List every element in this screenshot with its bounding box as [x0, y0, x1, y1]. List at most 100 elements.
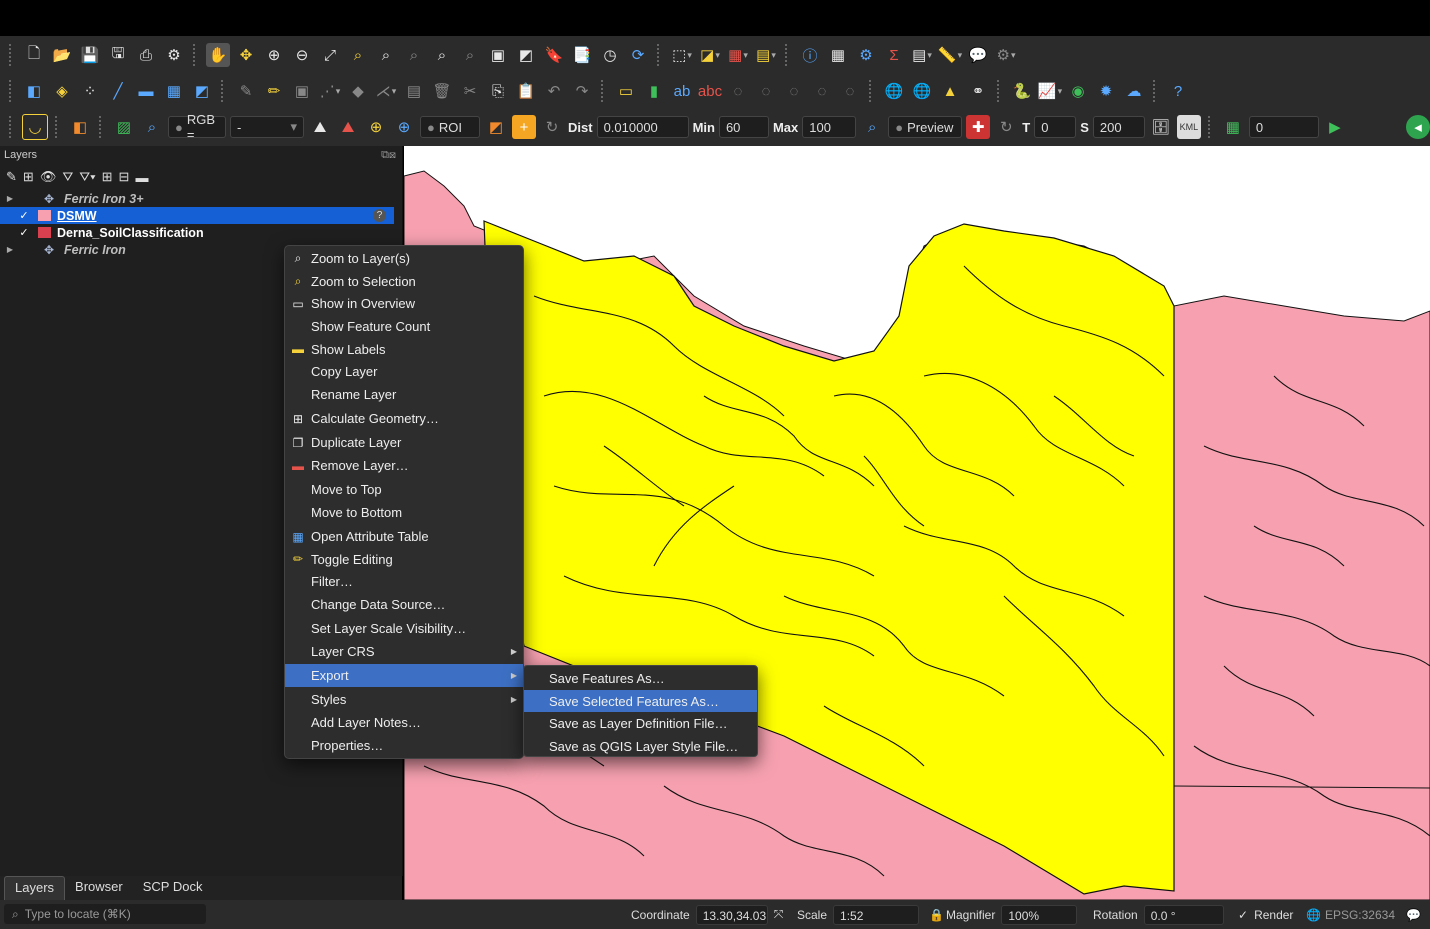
scp-grid-icon[interactable]: ▦ [1221, 115, 1245, 139]
scp-refresh-icon[interactable]: ↻ [994, 115, 1018, 139]
menu-item-set-scale-visibility[interactable]: Set Layer Scale Visibility… [285, 618, 523, 641]
menu-item-show-labels[interactable]: ▬ Show Labels [285, 338, 523, 361]
menu-item-layer-crs[interactable]: Layer CRS ▶ [285, 640, 523, 663]
copy-icon[interactable]: ⎘ [486, 79, 510, 103]
zoom-in-icon[interactable]: ⊕ [262, 43, 286, 67]
zoom-native-icon[interactable]: ⌕ [402, 43, 426, 67]
temporal-controller-icon[interactable]: ◷ [598, 43, 622, 67]
toolbar-grip[interactable] [193, 44, 199, 66]
submenu-item-save-selected-features-as[interactable]: Save Selected Features As… [524, 689, 757, 713]
menu-item-filter[interactable]: Filter… [285, 571, 523, 594]
add-vector-icon[interactable]: ◩ [190, 79, 214, 103]
style-manager-icon[interactable]: ⚙ [162, 43, 186, 67]
menu-item-properties[interactable]: Properties… [285, 734, 523, 757]
label-icon[interactable]: ▭ [614, 79, 638, 103]
zoom-out-icon[interactable]: ⊖ [290, 43, 314, 67]
cloud-icon[interactable]: ☁ [1122, 79, 1146, 103]
layer-row-ferric-iron-3[interactable]: ▶ ✥ Ferric Iron 3+ [0, 190, 402, 207]
highlight-labels-icon[interactable]: abc [698, 79, 722, 103]
pin-labels-icon[interactable]: ab [670, 79, 694, 103]
add-layer-icon[interactable]: ◈ [50, 79, 74, 103]
select-by-value-icon[interactable]: ◪ [698, 43, 722, 67]
rotation-spinbox[interactable]: 0.0 ° [1143, 904, 1224, 925]
coordinate-field[interactable]: 13.30,34.03 [695, 904, 768, 925]
graph-icon[interactable]: 📈 [1038, 79, 1062, 103]
scp-preview-zoom-icon[interactable]: ⌕ [860, 115, 884, 139]
refresh-icon[interactable]: ⟳ [626, 43, 650, 67]
filter-expression-icon[interactable]: ⛛▾ [79, 169, 95, 185]
toolbar-grip[interactable] [1153, 80, 1159, 102]
roi-button[interactable]: ● ROI [420, 116, 480, 138]
toolbar-grip[interactable] [99, 116, 105, 138]
toolbar-grip[interactable] [785, 44, 791, 66]
vertex-tool-icon[interactable]: ◆ [346, 79, 370, 103]
layer-row-dsmw[interactable]: ✓ DSMW ? [0, 207, 394, 224]
plugin-globe-icon[interactable]: ◉ [1066, 79, 1090, 103]
menu-item-show-feature-count[interactable]: Show Feature Count [285, 315, 523, 338]
add-raster-icon[interactable]: ▦ [162, 79, 186, 103]
lock-scale-icon[interactable]: 🔒 [929, 908, 944, 922]
undo-icon[interactable]: ↶ [542, 79, 566, 103]
scp-zoom-icon[interactable]: ⌕ [140, 115, 164, 139]
diagram-icon[interactable]: ▮ [642, 79, 666, 103]
modify-attributes-icon[interactable]: ⋌ [374, 79, 398, 103]
pan-to-selection-icon[interactable]: ✥ [234, 43, 258, 67]
attribute-table-icon[interactable]: ▤ [910, 43, 934, 67]
save-edits-icon[interactable]: ▣ [290, 79, 314, 103]
scp-add-icon[interactable]: + [512, 115, 536, 139]
add-group-icon[interactable]: ⊞ [23, 169, 34, 185]
max-input[interactable]: 100 [802, 116, 857, 138]
measure-icon[interactable]: 📏 [938, 43, 962, 67]
zoom-to-selection-icon[interactable]: ⌕ [346, 43, 370, 67]
python-console-icon[interactable]: 🐍 [1010, 79, 1034, 103]
scp-pointer-icon[interactable]: ⊕ [392, 115, 416, 139]
layer-checkbox[interactable]: ✓ [18, 227, 30, 239]
new-3d-view-icon[interactable]: ◩ [514, 43, 538, 67]
expand-arrow-icon[interactable]: ▶ [4, 194, 16, 203]
render-checkbox[interactable]: ✓ [1238, 908, 1248, 922]
move-label-icon[interactable]: ◌ [726, 79, 750, 103]
new-polygon-layer-icon[interactable]: ▬ [134, 79, 158, 103]
select-features-icon[interactable]: ⬚ [670, 43, 694, 67]
toolbar-grip[interactable] [55, 116, 61, 138]
zoom-full-icon[interactable]: ⤢ [318, 43, 342, 67]
scp-redo-icon[interactable]: ↻ [540, 115, 564, 139]
cut-icon[interactable]: ✂ [458, 79, 482, 103]
toolbar-grip[interactable] [9, 80, 15, 102]
menu-item-calculate-geometry[interactable]: ⊞ Calculate Geometry… [285, 407, 523, 430]
menu-item-move-to-top[interactable]: Move to Top [285, 478, 523, 501]
count-input[interactable]: 0 [1248, 116, 1319, 138]
band-combo[interactable]: - ▾ [230, 116, 304, 138]
digitize-icon[interactable]: ⋰ [318, 79, 342, 103]
map-canvas[interactable] [404, 146, 1430, 900]
menu-item-zoom-to-selection[interactable]: ⌕ Zoom to Selection [285, 270, 523, 293]
submenu-item-save-features-as[interactable]: Save Features As… [524, 667, 757, 690]
print-layout-icon[interactable]: ⎙ [134, 43, 158, 67]
menu-item-show-in-overview[interactable]: ▭ Show in Overview [285, 292, 523, 315]
expand-all-icon[interactable]: ⊞ [102, 169, 113, 185]
submenu-item-save-qgis-style[interactable]: Save as QGIS Layer Style File… [524, 735, 757, 758]
toolbar-grip[interactable] [221, 80, 227, 102]
share-icon[interactable]: ◂ [1406, 115, 1430, 139]
map-tips-icon[interactable]: 💬 [966, 43, 990, 67]
new-bookmark-icon[interactable]: 🔖 [542, 43, 566, 67]
crs-group[interactable]: 🌐 EPSG:32634 [1306, 900, 1395, 929]
scp-band-set-icon[interactable]: ▨ [112, 115, 136, 139]
menu-item-move-to-bottom[interactable]: Move to Bottom [285, 501, 523, 524]
layer-row-derna-soil[interactable]: ✓ Derna_SoilClassification [0, 224, 402, 241]
expand-arrow-icon[interactable]: ▶ [4, 245, 16, 254]
show-bookmarks-icon[interactable]: 📑 [570, 43, 594, 67]
redo-icon[interactable]: ↷ [570, 79, 594, 103]
show-hide-label-icon[interactable]: ◌ [810, 79, 834, 103]
scp-stretch-icon[interactable]: ⛰ [308, 115, 332, 139]
plugin-gear-icon[interactable]: ✹ [1094, 79, 1118, 103]
toolbar-grip[interactable] [9, 44, 15, 66]
scp-database-icon[interactable]: 🗄 [1149, 115, 1173, 139]
dist-input[interactable]: 0.010000 [596, 116, 689, 138]
filter-legend-icon[interactable]: ⛛ [62, 169, 73, 185]
data-source-manager-icon[interactable]: ◧ [22, 79, 46, 103]
new-line-layer-icon[interactable]: ╱ [106, 79, 130, 103]
tab-browser[interactable]: Browser [65, 876, 133, 900]
scp-zoom-roi-icon[interactable]: ⊕ [364, 115, 388, 139]
toolbar-grip[interactable] [1207, 116, 1214, 138]
